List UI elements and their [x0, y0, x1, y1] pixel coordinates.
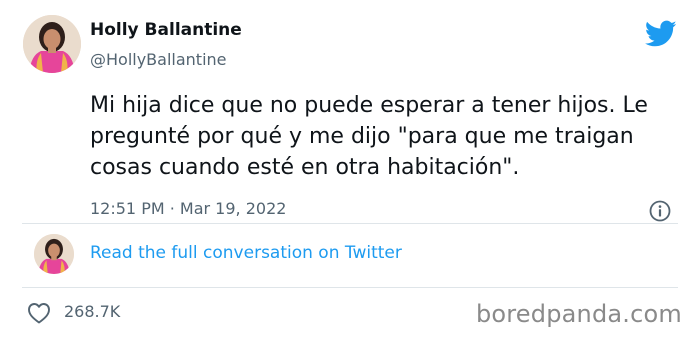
conversation-avatar[interactable]: [34, 234, 74, 274]
conversation-avatar-image: [34, 234, 74, 274]
info-icon[interactable]: [648, 199, 672, 223]
twitter-bird-icon[interactable]: [645, 20, 677, 48]
heart-icon[interactable]: [27, 302, 51, 324]
tweet-timestamp[interactable]: 12:51 PM · Mar 19, 2022: [90, 199, 286, 218]
watermark: boredpanda.com: [475, 300, 682, 328]
tweet-text: Mi hija dice que no puede esperar a tene…: [90, 93, 648, 180]
read-conversation-link[interactable]: Read the full conversation on Twitter: [90, 243, 402, 263]
author-avatar[interactable]: [23, 15, 81, 73]
author-avatar-image: [23, 15, 81, 73]
like-count[interactable]: 268.7K: [64, 302, 120, 321]
divider: [22, 223, 678, 224]
divider: [22, 287, 678, 288]
author-display-name[interactable]: Holly Ballantine: [90, 20, 242, 40]
author-handle[interactable]: @HollyBallantine: [90, 50, 227, 69]
